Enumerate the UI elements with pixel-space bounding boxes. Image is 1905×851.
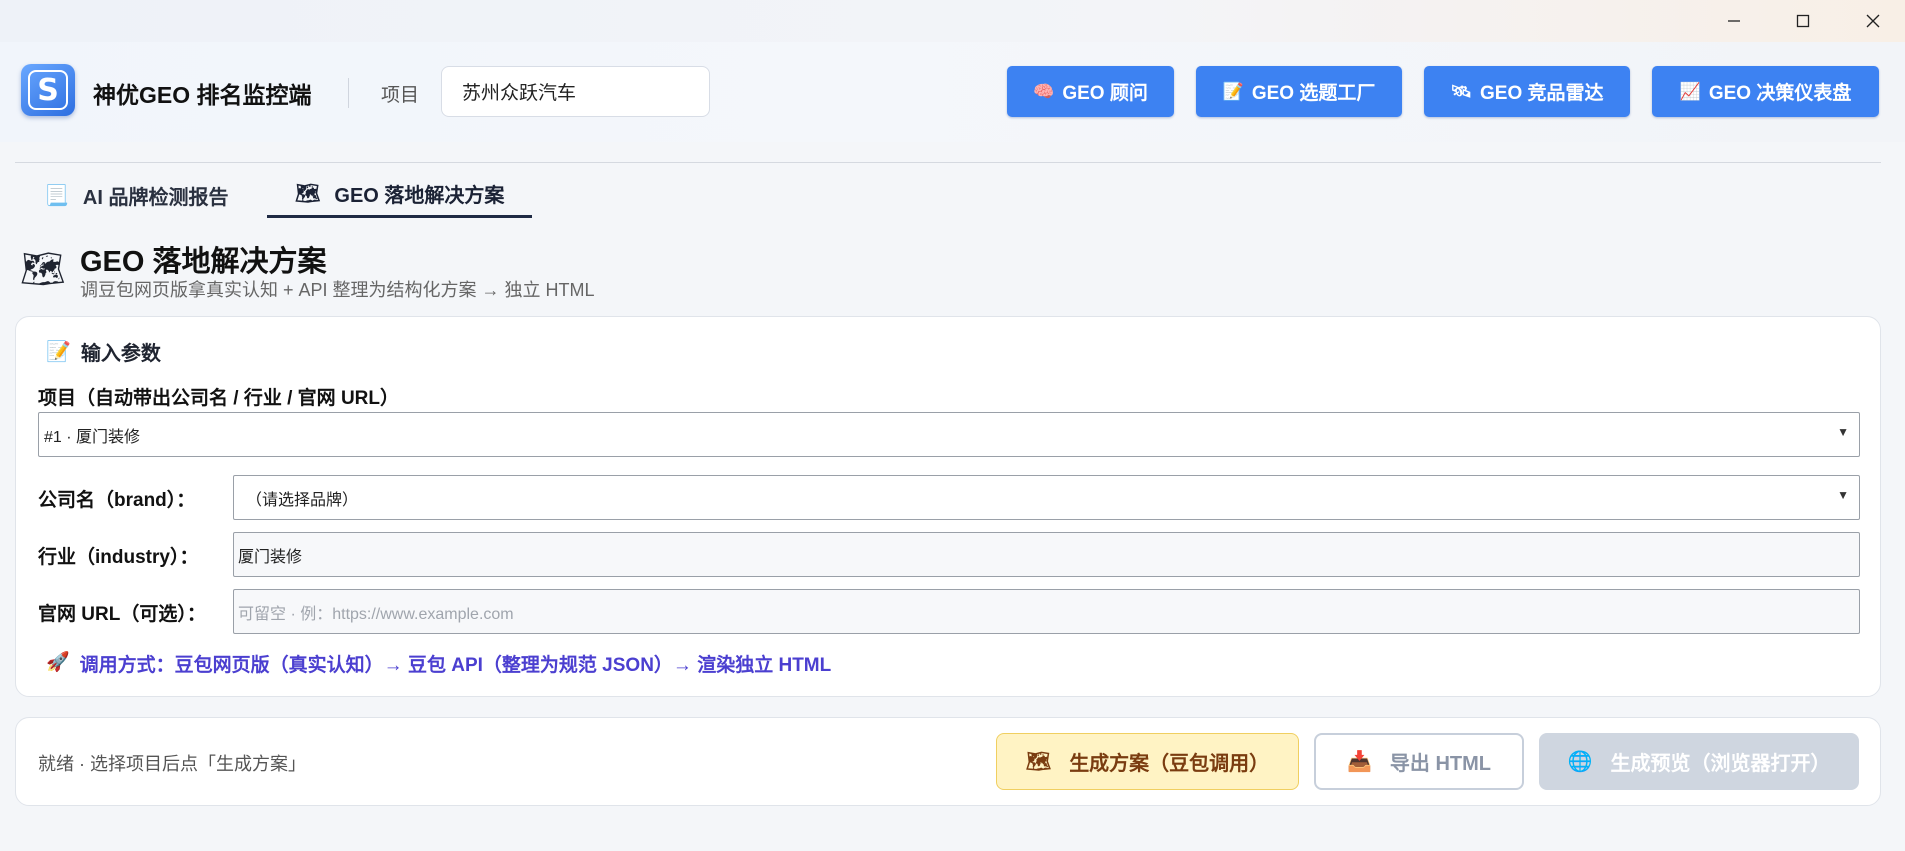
export-html-button[interactable]: 📥 导出 HTML [1314, 733, 1524, 790]
logo-letter: S [28, 70, 68, 110]
card-title-text: 输入参数 [80, 343, 161, 365]
memo-icon: 📝 [1222, 81, 1244, 101]
brand-select[interactable]: （请选择品牌） ▼ [233, 475, 1860, 520]
chevron-down-icon: ▼ [1837, 425, 1849, 439]
geo-dashboard-label: GEO 决策仪表盘 [1708, 83, 1852, 104]
project-field-label: 项目（自动带出公司名 / 行业 / 官网 URL） [38, 388, 400, 409]
app-title: 神优GEO 排名监控端 [93, 82, 312, 108]
url-label: 官网 URL（可选）： [38, 604, 206, 625]
page-subtitle: 调豆包网页版拿真实认知 + API 整理为结构化方案 → 独立 HTML [80, 280, 595, 300]
window-titlebar [0, 0, 1905, 42]
status-text: 就绪 · 选择项目后点「生成方案」 [38, 754, 306, 774]
header-divider [348, 78, 349, 108]
hint-text: 调用方式：豆包网页版（真实认知）→ 豆包 API（整理为规范 JSON）→ 渲染… [79, 655, 832, 676]
minimize-icon[interactable] [1704, 0, 1764, 42]
geo-advisor-label: GEO 顾问 [1062, 83, 1148, 104]
maximize-icon[interactable] [1773, 0, 1833, 42]
geo-topic-factory-button[interactable]: 📝 GEO 选题工厂 [1196, 66, 1402, 117]
export-label: 导出 HTML [1389, 753, 1491, 775]
generate-label: 生成方案（豆包调用） [1069, 753, 1270, 775]
url-placeholder: 可留空 · 例：https://www.example.com [238, 605, 514, 623]
tab-label: GEO 落地解决方案 [334, 185, 505, 207]
map-icon: 🗺 [295, 183, 321, 205]
geo-dashboard-button[interactable]: 📈 GEO 决策仪表盘 [1652, 66, 1879, 117]
call-method-hint: 🚀 调用方式：豆包网页版（真实认知）→ 豆包 API（整理为规范 JSON）→ … [46, 650, 831, 677]
chart-increasing-icon: 📈 [1679, 81, 1701, 101]
industry-value: 厦门装修 [238, 548, 303, 566]
card-title: 📝 输入参数 [46, 337, 161, 366]
project-input[interactable] [441, 66, 710, 117]
inbox-tray-icon: 📥 [1347, 751, 1372, 773]
page-title: GEO 落地解决方案 [80, 246, 327, 278]
tab-ai-brand-report[interactable]: 📃 AI 品牌检测报告 [44, 172, 228, 218]
chevron-down-icon: ▼ [1837, 488, 1849, 502]
header-divider-line [15, 162, 1881, 163]
app-logo-icon: S [21, 64, 75, 116]
url-input[interactable]: 可留空 · 例：https://www.example.com [233, 589, 1860, 634]
satellite-icon: 🛰 [1450, 81, 1473, 101]
brain-icon: 🧠 [1033, 81, 1055, 101]
generate-solution-button[interactable]: 🗺 生成方案（豆包调用） [996, 733, 1299, 790]
project-select[interactable]: #1 · 厦门装修 ▼ [38, 412, 1860, 457]
brand-select-value: （请选择品牌） [246, 491, 359, 509]
memo-icon: 📝 [46, 341, 71, 363]
page-icon: 📃 [44, 184, 69, 207]
tab-geo-solution[interactable]: 🗺 GEO 落地解决方案 [267, 172, 533, 218]
app-header: S 神优GEO 排名监控端 项目 🧠 GEO 顾问 📝 GEO 选题工厂 🛰 G… [0, 42, 1905, 142]
geo-topic-factory-label: GEO 选题工厂 [1251, 83, 1376, 104]
tab-label: AI 品牌检测报告 [82, 186, 229, 209]
rocket-icon: 🚀 [46, 652, 70, 673]
industry-input[interactable]: 厦门装修 [233, 532, 1860, 577]
industry-label: 行业（industry）： [38, 547, 199, 568]
generate-preview-button[interactable]: 🌐 生成预览（浏览器打开） [1539, 733, 1859, 790]
project-label: 项目 [381, 85, 420, 106]
close-icon[interactable] [1843, 0, 1903, 42]
input-params-card: 📝 输入参数 项目（自动带出公司名 / 行业 / 官网 URL） #1 · 厦门… [15, 316, 1881, 697]
project-select-value: #1 · 厦门装修 [44, 428, 141, 446]
brand-label: 公司名（brand）： [38, 490, 196, 511]
geo-advisor-button[interactable]: 🧠 GEO 顾问 [1007, 66, 1174, 117]
geo-competitor-radar-label: GEO 竞品雷达 [1480, 83, 1604, 104]
section-map-icon: 🗺 [20, 248, 66, 289]
map-icon: 🗺 [1025, 751, 1052, 773]
geo-competitor-radar-button[interactable]: 🛰 GEO 竞品雷达 [1424, 66, 1630, 117]
preview-label: 生成预览（浏览器打开） [1610, 753, 1831, 775]
globe-icon: 🌐 [1567, 751, 1593, 773]
action-bar: 就绪 · 选择项目后点「生成方案」 🗺 生成方案（豆包调用） 📥 导出 HTML… [15, 717, 1881, 806]
